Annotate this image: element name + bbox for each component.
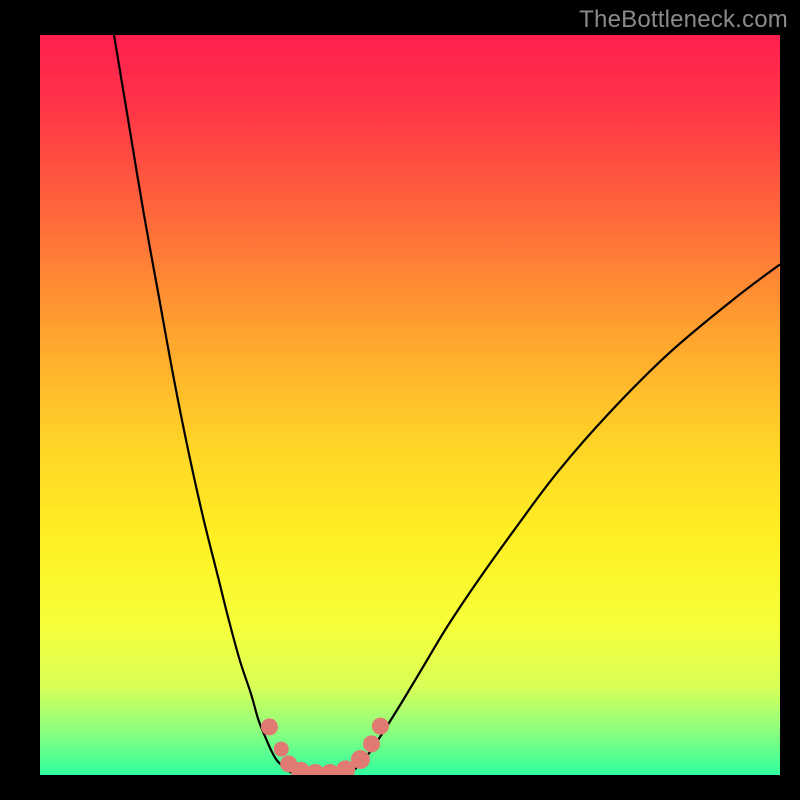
curve-marker	[261, 719, 277, 735]
chart-frame: { "watermark": "TheBottleneck.com", "plo…	[0, 0, 800, 800]
bottleneck-chart	[0, 0, 800, 800]
plot-background	[40, 35, 780, 775]
curve-marker	[364, 736, 380, 752]
watermark-text: TheBottleneck.com	[579, 6, 788, 34]
curve-marker	[321, 765, 339, 783]
curve-marker	[372, 718, 388, 734]
curve-marker	[274, 742, 288, 756]
curve-marker	[351, 750, 369, 768]
